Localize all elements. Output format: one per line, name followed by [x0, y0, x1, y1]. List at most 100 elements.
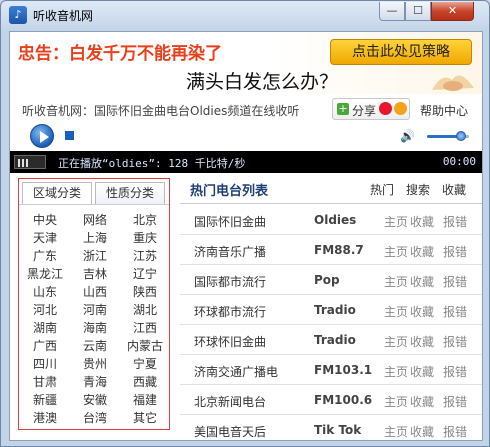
region-link[interactable]: 辽宁: [121, 265, 169, 283]
station-row[interactable]: 美国电音天后 Tik Tok 主页 收藏 报错: [180, 415, 482, 440]
station-report-link[interactable]: 报错: [443, 243, 467, 260]
region-link[interactable]: 河南: [71, 301, 119, 319]
station-name[interactable]: 国际都市流行: [194, 273, 266, 290]
region-link[interactable]: 贵州: [71, 355, 119, 373]
weibo-icon[interactable]: [379, 102, 392, 115]
station-report-link[interactable]: 报错: [443, 363, 467, 380]
station-row[interactable]: 国际都市流行 Pop 主页 收藏 报错: [180, 265, 482, 295]
station-home-link[interactable]: 主页: [384, 273, 408, 290]
region-link[interactable]: 重庆: [121, 229, 169, 247]
banner-question-text[interactable]: 满头白发怎么办？: [186, 67, 338, 94]
station-favorite-link[interactable]: 收藏: [410, 423, 434, 440]
region-link[interactable]: 广西: [21, 337, 69, 355]
station-home-link[interactable]: 主页: [384, 393, 408, 410]
station-report-link[interactable]: 报错: [443, 303, 467, 320]
region-link[interactable]: 安徽: [71, 391, 119, 409]
station-home-link[interactable]: 主页: [384, 303, 408, 320]
region-link[interactable]: 黑龙江: [21, 265, 69, 283]
maximize-button[interactable]: ☐: [405, 2, 431, 21]
region-link[interactable]: 广东: [21, 247, 69, 265]
volume-slider-handle[interactable]: [455, 131, 466, 141]
title-bar[interactable]: ♪ 听收音机网 — ☐ ✕: [1, 1, 489, 29]
station-report-link[interactable]: 报错: [443, 273, 467, 290]
region-link[interactable]: 青海: [71, 373, 119, 391]
station-frequency: Tradio: [314, 333, 356, 347]
tab-favorites[interactable]: 收藏: [442, 181, 466, 198]
region-link[interactable]: 其它: [121, 409, 169, 427]
region-link[interactable]: 上海: [71, 229, 119, 247]
station-row[interactable]: 环球怀旧金曲 Tradio 主页 收藏 报错: [180, 325, 482, 355]
region-link[interactable]: 四川: [21, 355, 69, 373]
region-link[interactable]: 福建: [121, 391, 169, 409]
region-link[interactable]: 陕西: [121, 283, 169, 301]
station-name[interactable]: 国际怀旧金曲: [194, 213, 266, 230]
tab-nature[interactable]: 性质分类: [95, 182, 165, 204]
station-name[interactable]: 济南交通广播电: [194, 363, 278, 380]
station-favorite-link[interactable]: 收藏: [410, 363, 434, 380]
banner-warning-text[interactable]: 忠告：白发千万不能再染了: [18, 39, 222, 64]
share-button[interactable]: + 分享: [332, 98, 410, 120]
station-report-link[interactable]: 报错: [443, 393, 467, 410]
volume-icon[interactable]: 🔊: [400, 129, 415, 143]
station-report-link[interactable]: 报错: [443, 423, 467, 440]
region-link[interactable]: 北京: [121, 211, 169, 229]
region-link[interactable]: 内蒙古: [121, 337, 169, 355]
region-link[interactable]: 海南: [71, 319, 119, 337]
play-button[interactable]: [30, 124, 54, 148]
station-row[interactable]: 环球都市流行 Tradio 主页 收藏 报错: [180, 295, 482, 325]
region-link[interactable]: 网络: [71, 211, 119, 229]
volume-slider[interactable]: [427, 131, 469, 141]
station-row[interactable]: 济南交通广播电 FM103.1 主页 收藏 报错: [180, 355, 482, 385]
region-link[interactable]: 山东: [21, 283, 69, 301]
tab-hot[interactable]: 热门: [370, 181, 394, 198]
region-link[interactable]: 河北: [21, 301, 69, 319]
station-home-link[interactable]: 主页: [384, 363, 408, 380]
region-link[interactable]: 西藏: [121, 373, 169, 391]
region-link[interactable]: 云南: [71, 337, 119, 355]
help-center-link[interactable]: 帮助中心: [420, 102, 468, 119]
region-link[interactable]: 港澳: [21, 409, 69, 427]
station-row[interactable]: 国际怀旧金曲 Oldies 主页 收藏 报错: [180, 205, 482, 235]
station-home-link[interactable]: 主页: [384, 243, 408, 260]
station-home-link[interactable]: 主页: [384, 333, 408, 350]
station-home-link[interactable]: 主页: [384, 213, 408, 230]
ad-banner[interactable]: 忠告：白发千万不能再染了 点击此处见策略 满头白发怎么办？: [10, 32, 482, 94]
share-other-icon[interactable]: [394, 102, 407, 115]
region-link[interactable]: 江西: [121, 319, 169, 337]
region-link[interactable]: 台湾: [71, 409, 119, 427]
station-name[interactable]: 环球怀旧金曲: [194, 333, 266, 350]
region-link[interactable]: 中央: [21, 211, 69, 229]
close-button[interactable]: ✕: [431, 2, 474, 21]
region-link[interactable]: 新疆: [21, 391, 69, 409]
station-favorite-link[interactable]: 收藏: [410, 273, 434, 290]
stop-button[interactable]: [65, 131, 74, 140]
region-link[interactable]: 甘肃: [21, 373, 69, 391]
banner-cta-button[interactable]: 点击此处见策略: [330, 39, 472, 65]
station-report-link[interactable]: 报错: [443, 213, 467, 230]
region-link[interactable]: 宁夏: [121, 355, 169, 373]
region-link[interactable]: 浙江: [71, 247, 119, 265]
station-row[interactable]: 北京新闻电台 FM100.6 主页 收藏 报错: [180, 385, 482, 415]
minimize-button[interactable]: —: [379, 2, 405, 21]
region-link[interactable]: 吉林: [71, 265, 119, 283]
station-name[interactable]: 环球都市流行: [194, 303, 266, 320]
station-report-link[interactable]: 报错: [443, 333, 467, 350]
station-name[interactable]: 美国电音天后: [194, 423, 266, 440]
station-favorite-link[interactable]: 收藏: [410, 393, 434, 410]
station-name[interactable]: 北京新闻电台: [194, 393, 266, 410]
station-home-link[interactable]: 主页: [384, 423, 408, 440]
tab-region[interactable]: 区域分类: [22, 182, 92, 204]
tab-search[interactable]: 搜索: [406, 181, 430, 198]
region-link[interactable]: 湖北: [121, 301, 169, 319]
region-link[interactable]: 天津: [21, 229, 69, 247]
station-frequency: FM100.6: [314, 393, 373, 407]
region-link[interactable]: 山西: [71, 283, 119, 301]
station-favorite-link[interactable]: 收藏: [410, 303, 434, 320]
station-name[interactable]: 济南音乐广播: [194, 243, 266, 260]
region-link[interactable]: 湖南: [21, 319, 69, 337]
station-favorite-link[interactable]: 收藏: [410, 333, 434, 350]
region-link[interactable]: 江苏: [121, 247, 169, 265]
station-favorite-link[interactable]: 收藏: [410, 213, 434, 230]
station-row[interactable]: 济南音乐广播 FM88.7 主页 收藏 报错: [180, 235, 482, 265]
station-favorite-link[interactable]: 收藏: [410, 243, 434, 260]
